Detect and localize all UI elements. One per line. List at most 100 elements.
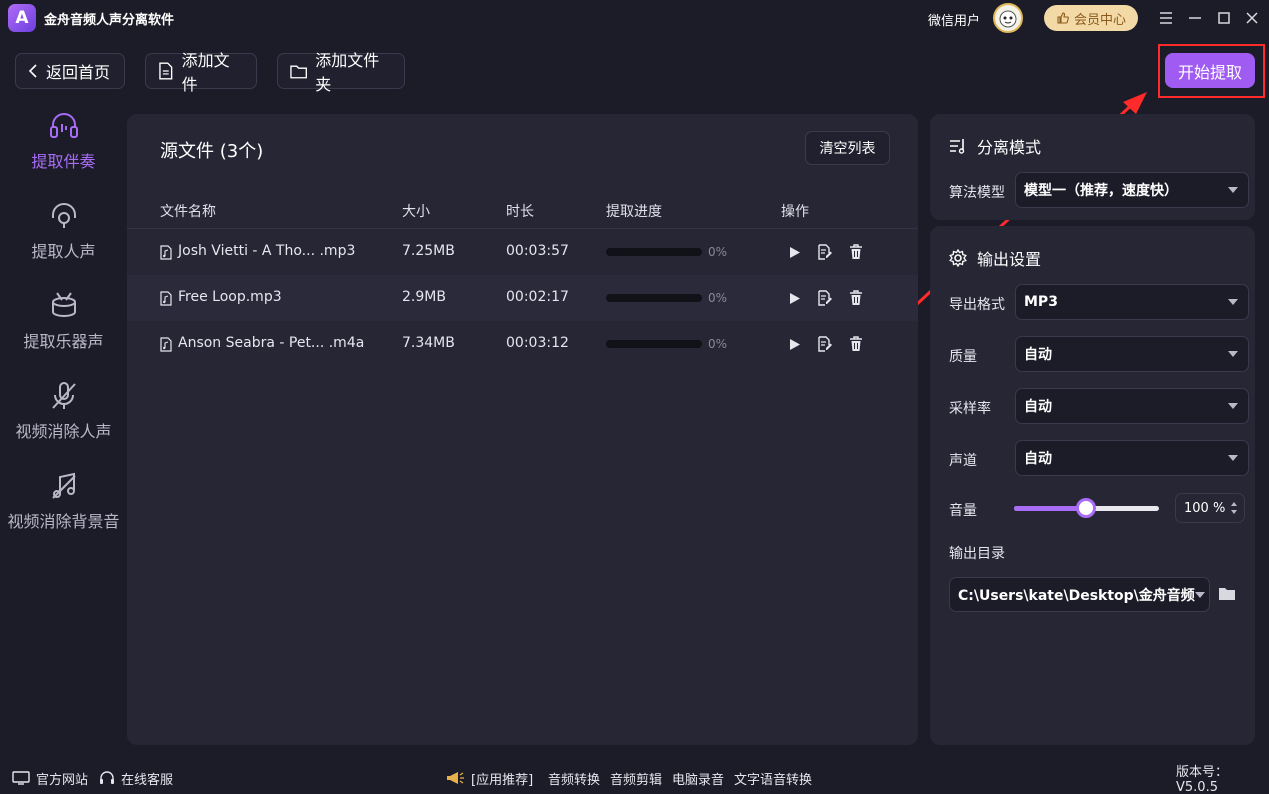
add-file-label: 添加文件 <box>181 51 230 94</box>
header-ops: 操作 <box>781 204 809 220</box>
footer-link-tts[interactable]: 文字语音转换 <box>734 762 812 794</box>
avatar[interactable] <box>993 3 1023 33</box>
progress-percent: 0% <box>708 245 728 259</box>
footer-link-recorder[interactable]: 电脑录音 <box>672 762 724 794</box>
chevron-down-icon <box>1194 591 1205 598</box>
nav-label: 视频消除人声 <box>15 422 112 441</box>
mode-icon <box>950 139 965 154</box>
file-name: Free Loop.mp3 <box>178 289 282 305</box>
vip-center-button[interactable]: 会员中心 <box>1044 5 1138 31</box>
file-duration: 00:02:17 <box>506 289 569 305</box>
add-file-button[interactable]: 添加文件 <box>145 51 257 94</box>
volume-slider-knob[interactable] <box>1076 498 1096 518</box>
folder-icon[interactable] <box>1218 586 1236 602</box>
vocal-icon <box>51 203 76 228</box>
chevron-left-icon <box>28 64 37 78</box>
add-folder-button[interactable]: 添加文件夹 <box>277 51 405 94</box>
sample-rate-select[interactable]: 自动 <box>1015 388 1249 424</box>
nav-extract-instrument[interactable]: 提取乐器声 <box>0 290 127 352</box>
version-label: 版本号：V5.0.5 <box>1176 765 1229 794</box>
music-file-icon <box>160 291 172 306</box>
monitor-icon <box>12 771 30 785</box>
back-home-label: 返回首页 <box>46 63 111 82</box>
algo-model-select[interactable]: 模型一（推荐，速度快） <box>1015 172 1249 208</box>
play-icon[interactable] <box>787 244 803 260</box>
delete-icon[interactable] <box>848 244 864 260</box>
format-value: MP3 <box>1024 294 1058 310</box>
table-row[interactable]: Free Loop.mp3 2.9MB 00:02:17 0% <box>127 275 918 321</box>
thumbs-up-icon <box>1057 12 1069 24</box>
progress-percent: 0% <box>708 291 728 305</box>
nav-video-remove-vocal[interactable]: 视频消除人声 <box>0 380 127 442</box>
edit-file-icon[interactable] <box>817 336 833 352</box>
play-icon[interactable] <box>787 290 803 306</box>
header-progress: 提取进度 <box>606 204 662 220</box>
music-off-icon <box>51 472 76 499</box>
minimize-icon[interactable] <box>1185 8 1205 28</box>
app-logo: A <box>8 4 36 32</box>
output-settings-title: 输出设置 <box>949 246 1041 270</box>
clear-list-button[interactable]: 清空列表 <box>805 131 890 165</box>
chevron-down-icon <box>1228 187 1238 193</box>
file-name: Josh Vietti - A Tho... .mp3 <box>178 243 356 259</box>
recommend-label: [应用推荐] <box>471 772 534 788</box>
support-label: 在线客服 <box>121 772 174 788</box>
header-filename: 文件名称 <box>160 204 216 220</box>
start-extract-button[interactable]: 开始提取 <box>1165 53 1255 88</box>
file-size: 2.9MB <box>402 289 446 305</box>
algo-value: 模型一（推荐，速度快） <box>1024 183 1178 199</box>
volume-stepper[interactable]: 100 % <box>1175 493 1245 523</box>
nav-video-remove-bgm[interactable]: 视频消除背景音 <box>0 470 127 532</box>
avatar-icon <box>999 10 1017 28</box>
output-dir-label: 输出目录 <box>949 546 1005 562</box>
file-duration: 00:03:12 <box>506 335 569 351</box>
edit-file-icon[interactable] <box>817 244 833 260</box>
app-title: 金舟音频人声分离软件 <box>44 13 175 28</box>
chevron-down-icon <box>1228 455 1238 461</box>
folder-icon <box>290 65 307 78</box>
drum-icon <box>51 292 76 317</box>
footer-link-audio-convert[interactable]: 音频转换 <box>548 762 600 794</box>
mode-title-text: 分离模式 <box>977 138 1042 157</box>
nav-label: 提取乐器声 <box>23 332 104 351</box>
menu-icon[interactable] <box>1156 8 1176 28</box>
back-home-button[interactable]: 返回首页 <box>15 53 125 89</box>
footer-link-audio-edit[interactable]: 音频剪辑 <box>610 762 662 794</box>
play-icon[interactable] <box>787 336 803 352</box>
nav-extract-vocal[interactable]: 提取人声 <box>0 200 127 262</box>
mic-off-icon <box>51 382 76 409</box>
header-size: 大小 <box>402 204 430 220</box>
file-size: 7.25MB <box>402 243 455 259</box>
recommend-bar: [应用推荐] <box>445 762 533 794</box>
format-select[interactable]: MP3 <box>1015 284 1249 320</box>
delete-icon[interactable] <box>848 336 864 352</box>
nav-label: 提取伴奏 <box>31 152 96 171</box>
username[interactable]: 微信用户 <box>928 10 980 29</box>
close-icon[interactable] <box>1242 8 1262 28</box>
output-dir-select[interactable]: C:\Users\kate\Desktop\金舟音频 <box>949 577 1210 612</box>
maximize-icon[interactable] <box>1214 8 1234 28</box>
megaphone-icon <box>447 772 464 784</box>
edit-file-icon[interactable] <box>817 290 833 306</box>
channel-select[interactable]: 自动 <box>1015 440 1249 476</box>
chevron-down-icon <box>1228 403 1238 409</box>
table-row[interactable]: Anson Seabra - Pet... .m4a 7.34MB 00:03:12… <box>127 321 918 367</box>
quality-select[interactable]: 自动 <box>1015 336 1249 372</box>
sample-rate-label: 采样率 <box>949 401 991 417</box>
website-link[interactable]: 官方网站 <box>12 762 88 794</box>
channel-value: 自动 <box>1024 451 1052 467</box>
source-files-title: 源文件 (3个) <box>160 141 264 162</box>
table-row[interactable]: Josh Vietti - A Tho... .mp3 7.25MB 00:03:5… <box>127 229 918 275</box>
music-file-icon <box>160 337 172 352</box>
file-icon <box>159 62 173 80</box>
nav-extract-accompaniment[interactable]: 提取伴奏 <box>0 110 127 172</box>
headphones-icon <box>49 113 78 138</box>
music-file-icon <box>160 245 172 260</box>
separation-mode-title: 分离模式 <box>949 134 1041 158</box>
header-duration: 时长 <box>506 204 534 220</box>
delete-icon[interactable] <box>848 290 864 306</box>
support-link[interactable]: 在线客服 <box>99 762 173 794</box>
file-name: Anson Seabra - Pet... .m4a <box>178 335 365 351</box>
stepper-arrows-icon[interactable] <box>1230 501 1238 515</box>
gear-icon <box>949 249 967 267</box>
